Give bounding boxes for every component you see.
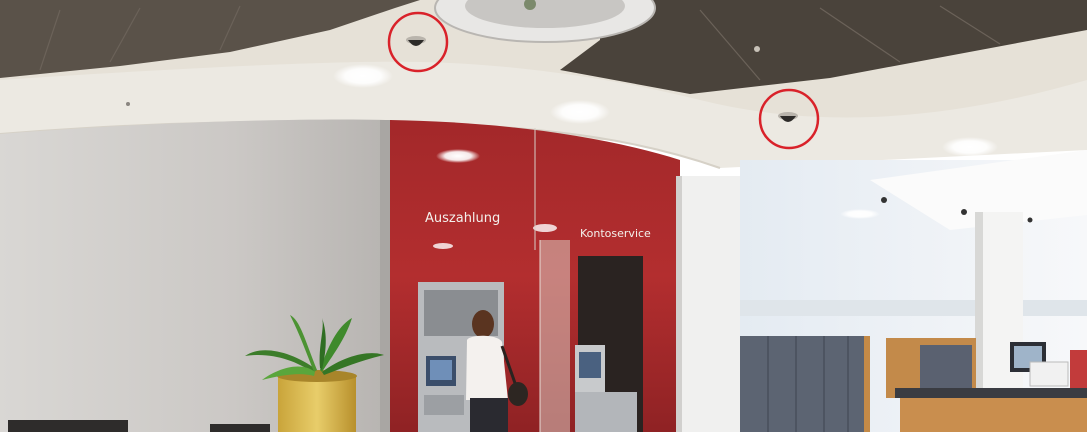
ceiling-light <box>942 137 998 157</box>
support-column <box>680 176 740 432</box>
bank-lobby-photo: Auszahlung Kontoservice <box>0 0 1087 432</box>
dome-camera-small <box>881 197 887 203</box>
waiting-seat <box>8 420 128 432</box>
ceiling-light <box>550 100 610 124</box>
dome-camera-small <box>1027 217 1033 223</box>
waiting-seat <box>210 424 270 432</box>
glass-partition <box>540 240 570 432</box>
ceiling-light <box>436 149 480 163</box>
ceiling-light <box>333 64 393 88</box>
ceiling-light <box>840 209 880 219</box>
sign-auszahlung: Auszahlung <box>425 211 500 226</box>
dome-camera-small <box>961 209 967 215</box>
sign-kontoservice: Kontoservice <box>580 227 651 240</box>
locker-cabinets <box>740 336 870 432</box>
